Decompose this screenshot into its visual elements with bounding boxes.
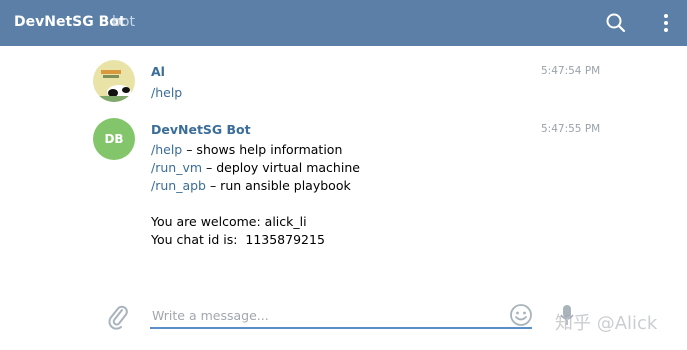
search-icon[interactable] — [604, 11, 628, 35]
chat-id-text: You chat id is: 1135879215 — [151, 232, 325, 247]
message-input[interactable] — [150, 303, 532, 329]
smiley-icon[interactable] — [509, 303, 533, 327]
command-line: /run_vm – deploy virtual machine — [151, 160, 360, 175]
chat-subtitle: bot — [112, 14, 135, 30]
command-line: /help – shows help information — [151, 142, 342, 157]
command-description: – shows help information — [182, 142, 343, 157]
message-item: Al 5:47:54 PM /help — [0, 60, 687, 104]
message-author[interactable]: Al — [151, 64, 165, 79]
paperclip-icon[interactable] — [106, 303, 130, 331]
command-description: – deploy virtual machine — [202, 160, 360, 175]
message-author[interactable]: DevNetSG Bot — [151, 122, 251, 137]
message-time: 5:47:55 PM — [541, 123, 601, 135]
command-description: – run ansible playbook — [205, 178, 351, 193]
avatar[interactable]: DB — [93, 118, 135, 160]
chat-title[interactable]: DevNetSG Bot — [14, 14, 126, 30]
command-link[interactable]: /help — [151, 142, 182, 157]
chat-header: DevNetSG Bot bot — [0, 0, 687, 46]
command-line: /run_apb – run ansible playbook — [151, 178, 351, 193]
avatar-initials: DB — [104, 132, 124, 146]
message-text[interactable]: /help — [151, 85, 182, 100]
panda-image — [93, 60, 135, 102]
message-item: DB DevNetSG Bot 5:47:55 PM /help – shows… — [0, 118, 687, 258]
welcome-text: You are welcome: alick_li — [151, 214, 307, 229]
watermark: 知乎 @Alick — [555, 313, 658, 334]
avatar[interactable] — [93, 60, 135, 102]
command-link[interactable]: /run_apb — [151, 178, 206, 193]
message-time: 5:47:54 PM — [541, 65, 601, 77]
command-link[interactable]: /run_vm — [151, 160, 202, 175]
more-vertical-icon[interactable] — [656, 11, 676, 35]
